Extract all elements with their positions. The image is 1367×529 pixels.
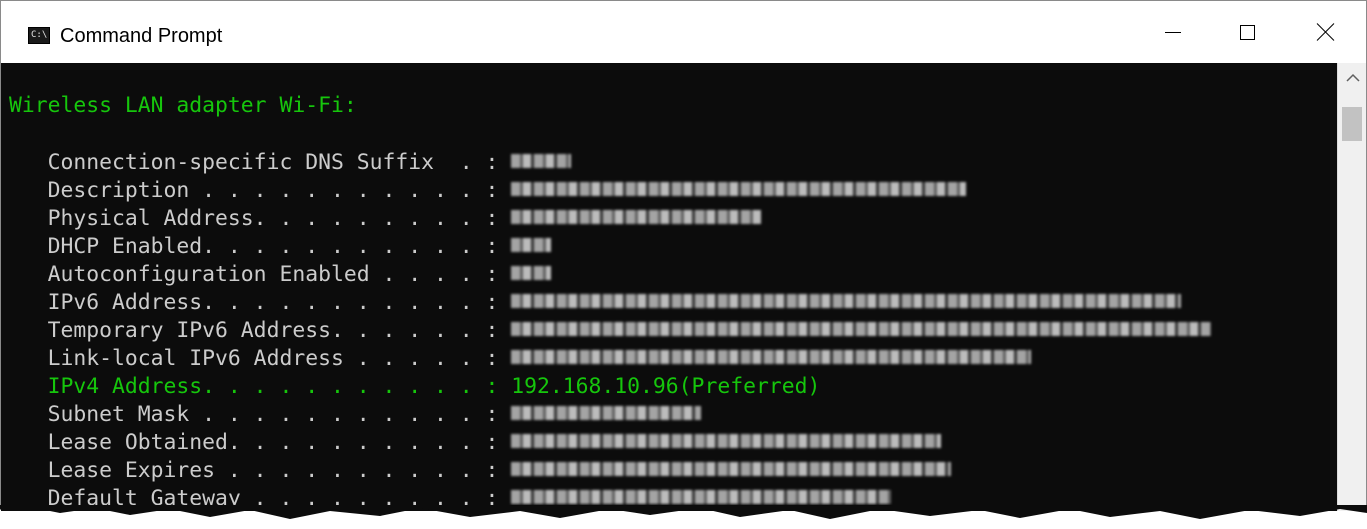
redacted-value [511, 350, 1032, 364]
row-label: IPv6 Address. . . . . . . . . . . : [9, 290, 512, 315]
redacted-value [511, 266, 552, 280]
scroll-up-icon[interactable] [1338, 63, 1367, 91]
ipconfig-row: Lease Expires . . . . . . . . . . : [9, 457, 1211, 485]
command-prompt-icon[interactable]: C:\ [28, 27, 50, 44]
ipconfig-row: Link-local IPv6 Address . . . . . : [9, 345, 1211, 373]
ipconfig-row: Connection-specific DNS Suffix . : [9, 149, 1211, 177]
maximize-button[interactable] [1206, 1, 1288, 63]
ipconfig-row: Lease Obtained. . . . . . . . . . : [9, 429, 1211, 457]
row-label: Lease Expires . . . . . . . . . . : [9, 458, 512, 483]
row-label: Lease Obtained. . . . . . . . . . : [9, 430, 512, 455]
window-title: Command Prompt [60, 25, 223, 47]
row-label: Autoconfiguration Enabled . . . . : [9, 262, 512, 287]
close-button[interactable] [1285, 1, 1367, 63]
row-label: DHCP Enabled. . . . . . . . . . . : [9, 234, 512, 259]
scroll-thumb[interactable] [1342, 107, 1362, 141]
ipconfig-row: Subnet Mask . . . . . . . . . . . : [9, 401, 1211, 429]
title-bar[interactable]: C:\ Command Prompt [1, 1, 1366, 63]
ipconfig-rows: Connection-specific DNS Suffix . : Descr… [9, 149, 1212, 511]
redacted-value [511, 210, 762, 224]
vertical-scrollbar[interactable] [1337, 63, 1366, 511]
redacted-value [511, 322, 1212, 336]
redacted-value [511, 182, 967, 196]
redacted-value [511, 490, 892, 504]
row-label: Connection-specific DNS Suffix . : [9, 150, 512, 175]
redacted-value [511, 294, 1182, 308]
redacted-value [511, 406, 702, 420]
ipconfig-row: DHCP Enabled. . . . . . . . . . . : [9, 233, 1211, 261]
redacted-value [511, 462, 952, 476]
ipconfig-row: Temporary IPv6 Address. . . . . . : [9, 317, 1212, 345]
row-label: Physical Address. . . . . . . . . : [9, 206, 512, 231]
row-value: 192.168.10.96(Preferred) [511, 374, 821, 399]
command-prompt-window: C:\ Command Prompt Wireless LAN adapter … [0, 0, 1367, 511]
torn-edge [0, 505, 1367, 519]
ipconfig-row: Autoconfiguration Enabled . . . . : [9, 261, 1211, 289]
redacted-value [511, 238, 552, 252]
ipconfig-row: Physical Address. . . . . . . . . : [9, 205, 1211, 233]
redacted-value [511, 154, 572, 168]
row-label: Temporary IPv6 Address. . . . . . : [9, 318, 512, 343]
ipconfig-row: IPv4 Address. . . . . . . . . . . : 192.… [9, 373, 1211, 401]
ipconfig-row: IPv6 Address. . . . . . . . . . . : [9, 289, 1211, 317]
minimize-button[interactable] [1132, 1, 1214, 63]
minimize-icon [1165, 31, 1181, 33]
close-icon [1317, 23, 1335, 41]
adapter-header: Wireless LAN adapter Wi-Fi: [9, 93, 357, 118]
redacted-value [511, 434, 942, 448]
maximize-icon [1239, 24, 1255, 40]
ipconfig-row: Description . . . . . . . . . . . : [9, 177, 1211, 205]
row-label: IPv4 Address. . . . . . . . . . . : [9, 374, 512, 399]
row-label: Description . . . . . . . . . . . : [9, 178, 512, 203]
row-label: Link-local IPv6 Address . . . . . : [9, 346, 512, 371]
console-output[interactable]: Wireless LAN adapter Wi-Fi: Connection-s… [1, 63, 1337, 511]
row-label: Subnet Mask . . . . . . . . . . . : [9, 402, 512, 427]
